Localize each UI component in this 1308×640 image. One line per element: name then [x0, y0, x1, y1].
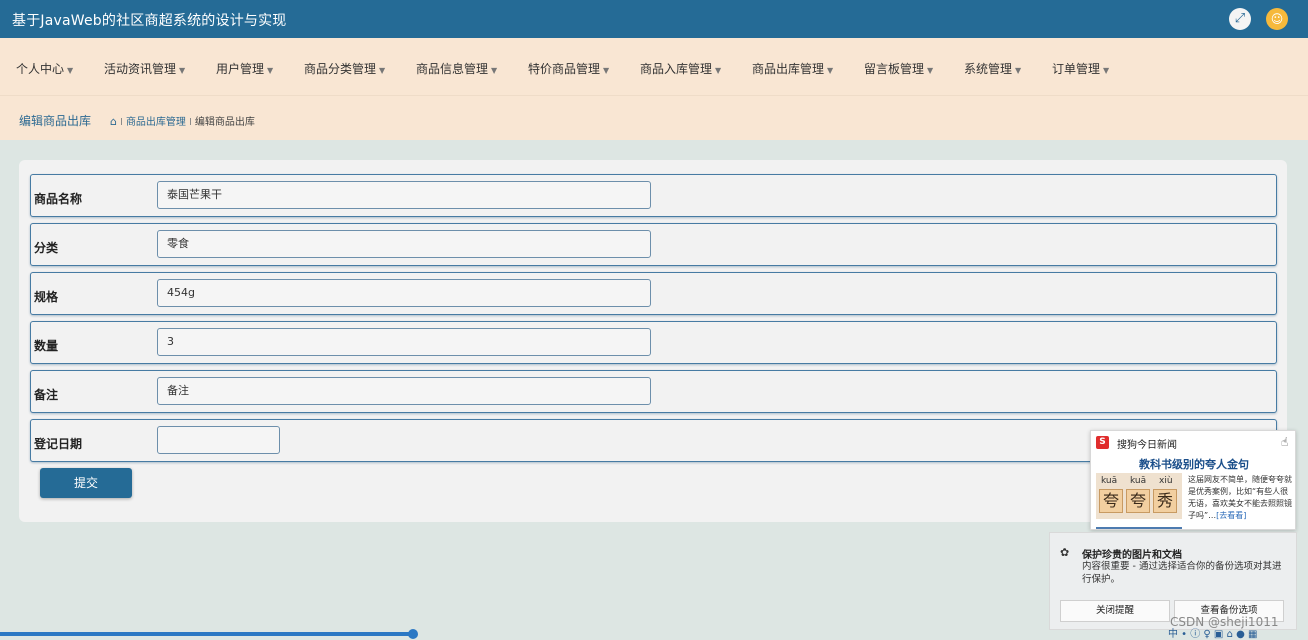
caret-down-icon: ▼	[179, 66, 186, 75]
form-row-remark: 备注 备注	[30, 370, 1277, 413]
remark-input[interactable]: 备注	[157, 377, 651, 405]
register-date-input[interactable]	[157, 426, 280, 454]
news-popup: S 搜狗今日新闻 ☝ 教科书级别的夸人金句 kuā kuā xiù 夸 夸 秀 …	[1090, 430, 1296, 530]
nav-orders[interactable]: 订单管理 ▼	[1052, 60, 1109, 77]
sogou-logo-icon: S	[1096, 436, 1109, 449]
form-row-spec: 规格 454g	[30, 272, 1277, 315]
quantity-input[interactable]: 3	[157, 328, 651, 356]
category-input[interactable]: 零食	[157, 230, 651, 258]
news-more-link[interactable]: [去看看]	[1216, 511, 1246, 520]
product-name-input[interactable]: 泰国芒果干	[157, 181, 651, 209]
caret-down-icon: ▼	[827, 66, 834, 75]
nav-stock-out[interactable]: 商品出库管理 ▼	[752, 60, 833, 77]
caret-down-icon: ▼	[267, 66, 274, 75]
main-nav: 个人中心 ▼ 活动资讯管理 ▼ 用户管理 ▼ 商品分类管理 ▼ 商品信息管理 ▼ 特价商品…	[0, 38, 1308, 96]
field-label: 分类	[34, 241, 59, 255]
breadcrumb-parent[interactable]: 商品出库管理	[126, 117, 186, 128]
breadcrumb: ⌂ I 商品出库管理 I 编辑商品出库	[110, 115, 255, 128]
caret-down-icon: ▼	[603, 66, 610, 75]
user-avatar-icon[interactable]: ☺	[1266, 8, 1288, 30]
spec-input[interactable]: 454g	[157, 279, 651, 307]
nav-stock-in[interactable]: 商品入库管理 ▼	[640, 60, 721, 77]
page-title: 编辑商品出库	[19, 114, 92, 128]
caret-down-icon: ▼	[1103, 66, 1110, 75]
home-icon[interactable]: ⌂	[110, 115, 117, 128]
form-row-product-name: 商品名称 泰国芒果干	[30, 174, 1277, 217]
progress-handle[interactable]	[408, 629, 418, 639]
nav-user-management[interactable]: 用户管理 ▼	[216, 60, 273, 77]
news-source: 搜狗今日新闻	[1117, 440, 1177, 451]
field-label: 登记日期	[34, 437, 83, 451]
nav-system[interactable]: 系统管理 ▼	[964, 60, 1021, 77]
nav-activity-news[interactable]: 活动资讯管理 ▼	[104, 60, 185, 77]
form-row-category: 分类 零食	[30, 223, 1277, 266]
watermark: CSDN @sheji1011	[1170, 615, 1279, 629]
news-thumbnail[interactable]: kuā kuā xiù 夸 夸 秀	[1096, 473, 1182, 519]
caret-down-icon: ▼	[715, 66, 722, 75]
news-headline[interactable]: 教科书级别的夸人金句	[1091, 456, 1295, 472]
news-snippet: 这届网友不简单，随便夸夸就是优秀案例，比如“有些人很无语，喜欢美女不能去照照镜子…	[1188, 475, 1292, 520]
nav-product-info[interactable]: 商品信息管理 ▼	[416, 60, 497, 77]
field-label: 规格	[34, 290, 59, 304]
field-label: 备注	[34, 388, 59, 402]
submit-button[interactable]: 提交	[40, 468, 132, 498]
breadcrumb-current: 编辑商品出库	[194, 117, 255, 128]
next-news-thumbnail	[1096, 527, 1182, 529]
close-reminder-button[interactable]: 关闭提醒	[1060, 600, 1170, 622]
field-label: 商品名称	[34, 192, 83, 206]
page-header: 编辑商品出库 ⌂ I 商品出库管理 I 编辑商品出库	[0, 96, 1308, 140]
caret-down-icon: ▼	[379, 66, 386, 75]
backup-description: 内容很重要 - 通过选择适合你的备份选项对其进行保护。	[1082, 561, 1282, 585]
caret-down-icon: ▼	[67, 66, 74, 75]
form-row-quantity: 数量 3	[30, 321, 1277, 364]
nav-category-management[interactable]: 商品分类管理 ▼	[304, 60, 385, 77]
fullscreen-icon[interactable]: ⤢	[1229, 8, 1251, 30]
app-title: 基于JavaWeb的社区商超系统的设计与实现	[12, 13, 287, 29]
caret-down-icon: ▼	[927, 66, 934, 75]
progress-line	[0, 632, 414, 636]
top-header: 基于JavaWeb的社区商超系统的设计与实现 ⤢ ☺	[0, 0, 1308, 38]
settings-gear-icon: ✿	[1060, 546, 1070, 559]
caret-down-icon: ▼	[491, 66, 498, 75]
caret-down-icon: ▼	[1015, 66, 1022, 75]
backup-title: 保护珍贵的图片和文档	[1082, 550, 1182, 561]
nav-message-board[interactable]: 留言板管理 ▼	[864, 60, 933, 77]
cursor-hand-icon: ☝	[1281, 435, 1289, 449]
nav-special-offers[interactable]: 特价商品管理 ▼	[528, 60, 609, 77]
field-label: 数量	[34, 339, 59, 353]
nav-personal-center[interactable]: 个人中心 ▼	[16, 60, 73, 77]
